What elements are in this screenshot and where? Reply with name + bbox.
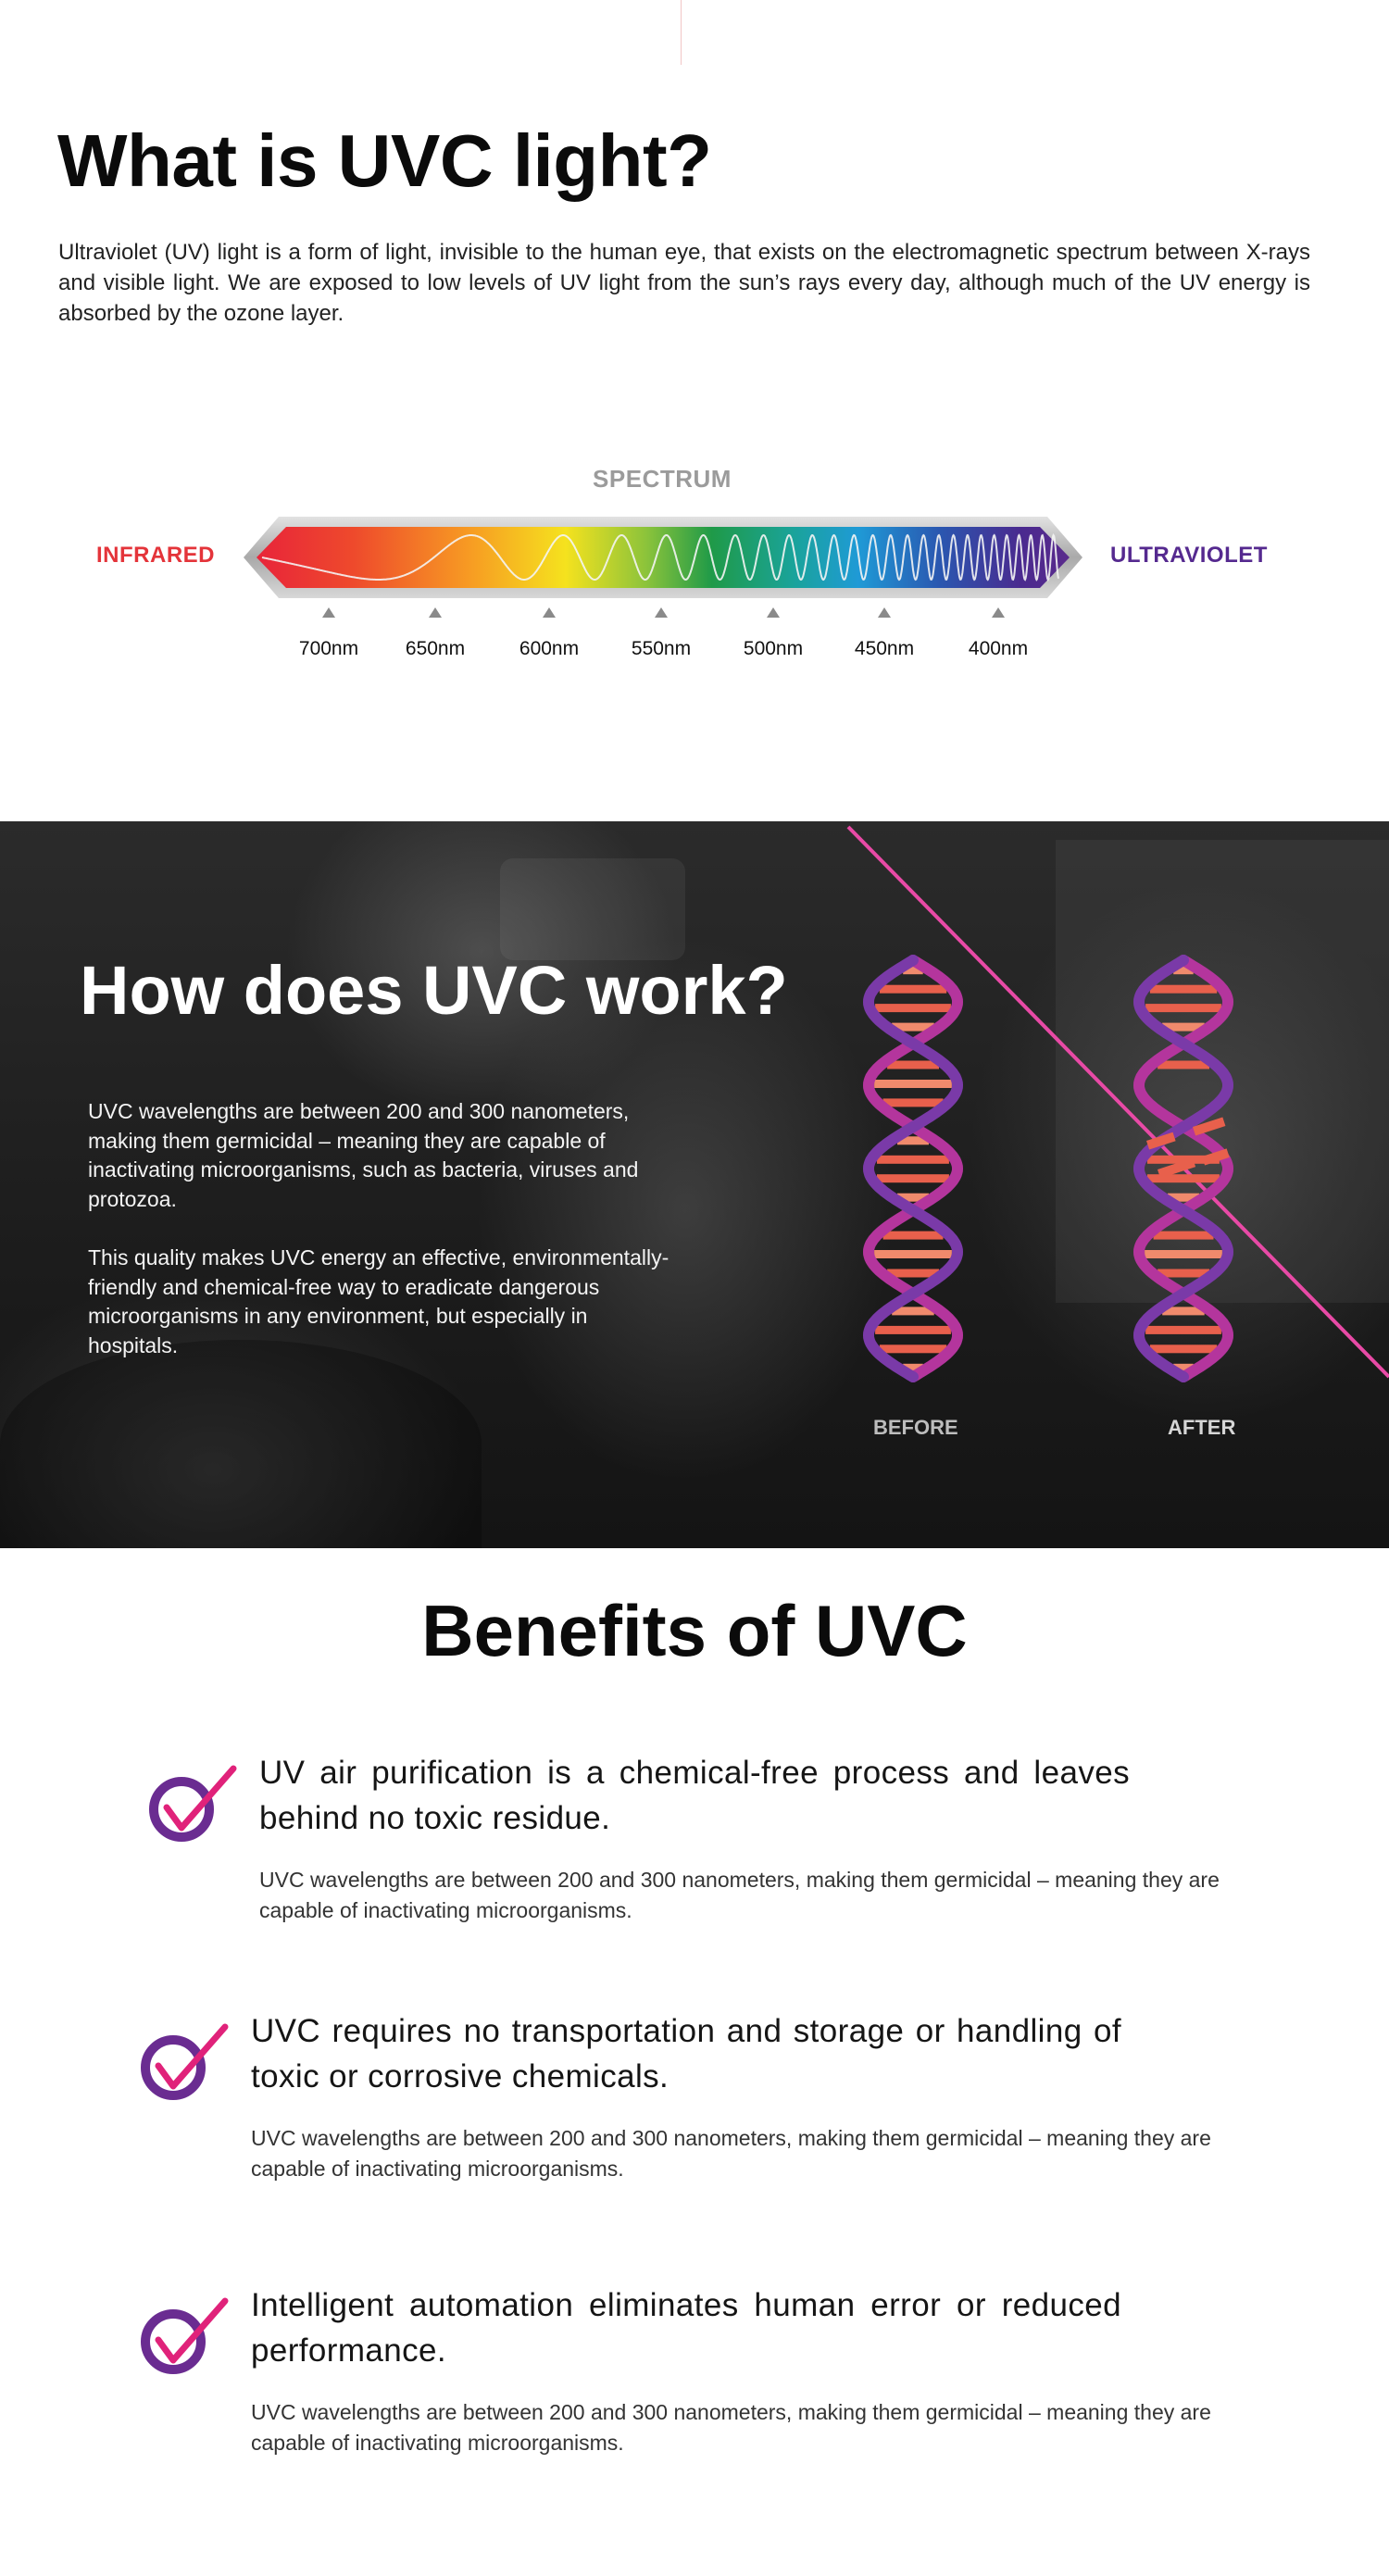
spectrum-tick: 500nm: [727, 607, 820, 660]
tick-label: 600nm: [519, 638, 580, 659]
before-label: BEFORE: [873, 1416, 958, 1439]
spectrum-wave-icon: [244, 517, 1082, 598]
dna-rung: [882, 1098, 944, 1107]
dna-rung: [882, 1231, 944, 1240]
spectrum-ticks: 700nm 650nm 600nm 550nm 500nm 450nm 400n…: [0, 607, 1389, 672]
dna-rung: [877, 1174, 949, 1183]
check-icon: [149, 1765, 237, 1842]
top-divider: [681, 0, 682, 65]
spectrum-tick: 650nm: [389, 607, 482, 660]
dna-rung: [1145, 1325, 1221, 1334]
infrared-label: INFRARED: [96, 543, 215, 568]
ultraviolet-label: ULTRAVIOLET: [1110, 543, 1268, 568]
spectrum-tick: 450nm: [838, 607, 931, 660]
dna-rung: [875, 1004, 951, 1013]
benefit-description: UVC wavelengths are between 200 and 300 …: [259, 1868, 1220, 1922]
check-icon: [141, 2297, 229, 2374]
benefit-description: UVC wavelengths are between 200 and 300 …: [251, 2126, 1211, 2181]
dna-rung: [887, 1060, 939, 1069]
benefits-title: Benefits of UVC: [421, 1590, 968, 1671]
dna-rung: [874, 1080, 952, 1088]
check-icon: [141, 2023, 229, 2100]
how-uvc-works-paragraph: This quality makes UVC energy an effecti…: [88, 1245, 669, 1357]
how-uvc-works-title: How does UVC work?: [80, 952, 788, 1029]
dna-rung: [877, 1155, 949, 1164]
tick-label: 700nm: [298, 638, 359, 659]
tick-label: 500nm: [743, 638, 804, 659]
dna-rung: [1158, 1060, 1209, 1069]
uvc-light-title: What is UVC light?: [57, 119, 712, 202]
how-uvc-works-paragraph: UVC wavelengths are between 200 and 300 …: [88, 1099, 639, 1211]
after-label: AFTER: [1168, 1416, 1236, 1439]
tick-label: 400nm: [968, 638, 1029, 659]
dna-rung: [1149, 984, 1218, 994]
tick-label: 550nm: [631, 638, 692, 659]
spectrum-label: SPECTRUM: [593, 465, 732, 493]
dna-rung: [879, 984, 947, 994]
background-figure: [0, 1340, 482, 1548]
tick-label: 650nm: [405, 638, 466, 659]
how-uvc-works-section: How does UVC work? UVC wavelengths are b…: [0, 821, 1389, 1548]
benefit-description: UVC wavelengths are between 200 and 300 …: [251, 2400, 1211, 2455]
spectrum-tick: 700nm: [282, 607, 375, 660]
spectrum-tick: 600nm: [503, 607, 595, 660]
spectrum-tick: 400nm: [952, 607, 1045, 660]
dna-rung: [1149, 1344, 1218, 1354]
benefit-heading: UV air purification is a chemical-free p…: [259, 1755, 1130, 1836]
benefit-heading: Intelligent automation eliminates human …: [251, 2287, 1121, 2369]
dna-rung: [1145, 1004, 1221, 1013]
dna-rung: [879, 1344, 947, 1354]
uvc-light-intro: Ultraviolet (UV) light is a form of ligh…: [58, 240, 1310, 326]
dna-rung: [1153, 1231, 1214, 1240]
dna-rung: [1147, 1174, 1220, 1183]
dna-rung: [1145, 1250, 1222, 1258]
benefit-heading: UVC requires no transportation and stora…: [251, 2013, 1121, 2095]
dna-rung: [874, 1250, 952, 1258]
background-equipment: [500, 858, 685, 960]
spectrum-tick: 550nm: [615, 607, 707, 660]
tick-label: 450nm: [854, 638, 915, 659]
dna-rung: [875, 1325, 951, 1334]
